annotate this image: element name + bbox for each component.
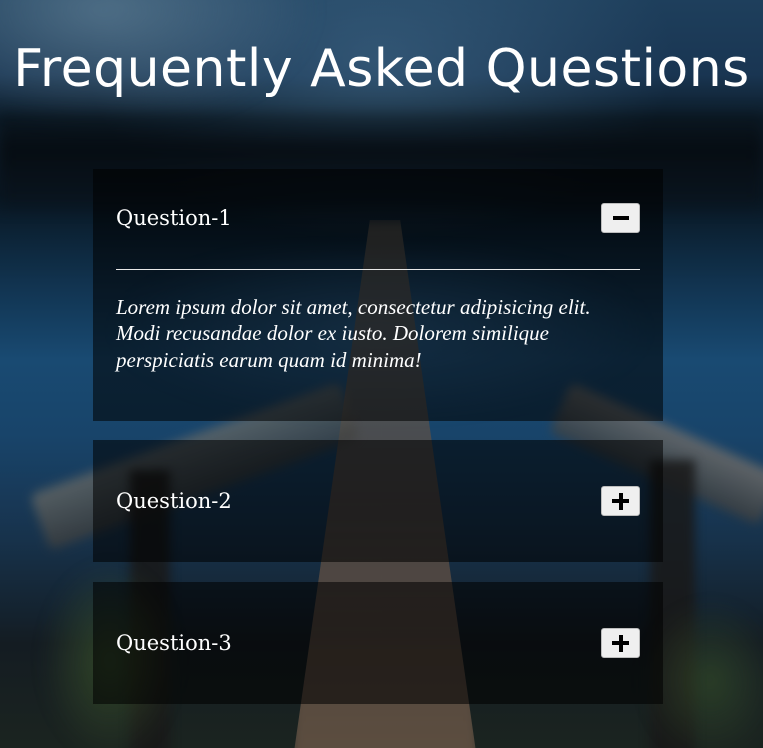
- minus-icon: [612, 216, 629, 220]
- faq-header-1[interactable]: Question-1: [116, 169, 640, 270]
- faq-list: Question-1 Lorem ipsum dolor sit amet, c…: [93, 169, 663, 724]
- faq-header-2[interactable]: Question-2: [116, 440, 640, 562]
- collapse-button-1[interactable]: [601, 203, 640, 233]
- faq-header-3[interactable]: Question-3: [116, 582, 640, 704]
- faq-question-2: Question-2: [116, 489, 232, 513]
- faq-item-1: Question-1 Lorem ipsum dolor sit amet, c…: [93, 169, 663, 421]
- faq-question-3: Question-3: [116, 631, 232, 655]
- faq-question-1: Question-1: [116, 206, 232, 230]
- faq-item-2: Question-2: [93, 440, 663, 562]
- plus-icon: [612, 634, 629, 652]
- page-title: Frequently Asked Questions: [13, 39, 750, 99]
- faq-item-3: Question-3: [93, 582, 663, 704]
- expand-button-3[interactable]: [601, 628, 640, 658]
- expand-button-2[interactable]: [601, 486, 640, 516]
- plus-icon: [612, 492, 629, 510]
- faq-answer-1: Lorem ipsum dolor sit amet, consectetur …: [116, 295, 591, 372]
